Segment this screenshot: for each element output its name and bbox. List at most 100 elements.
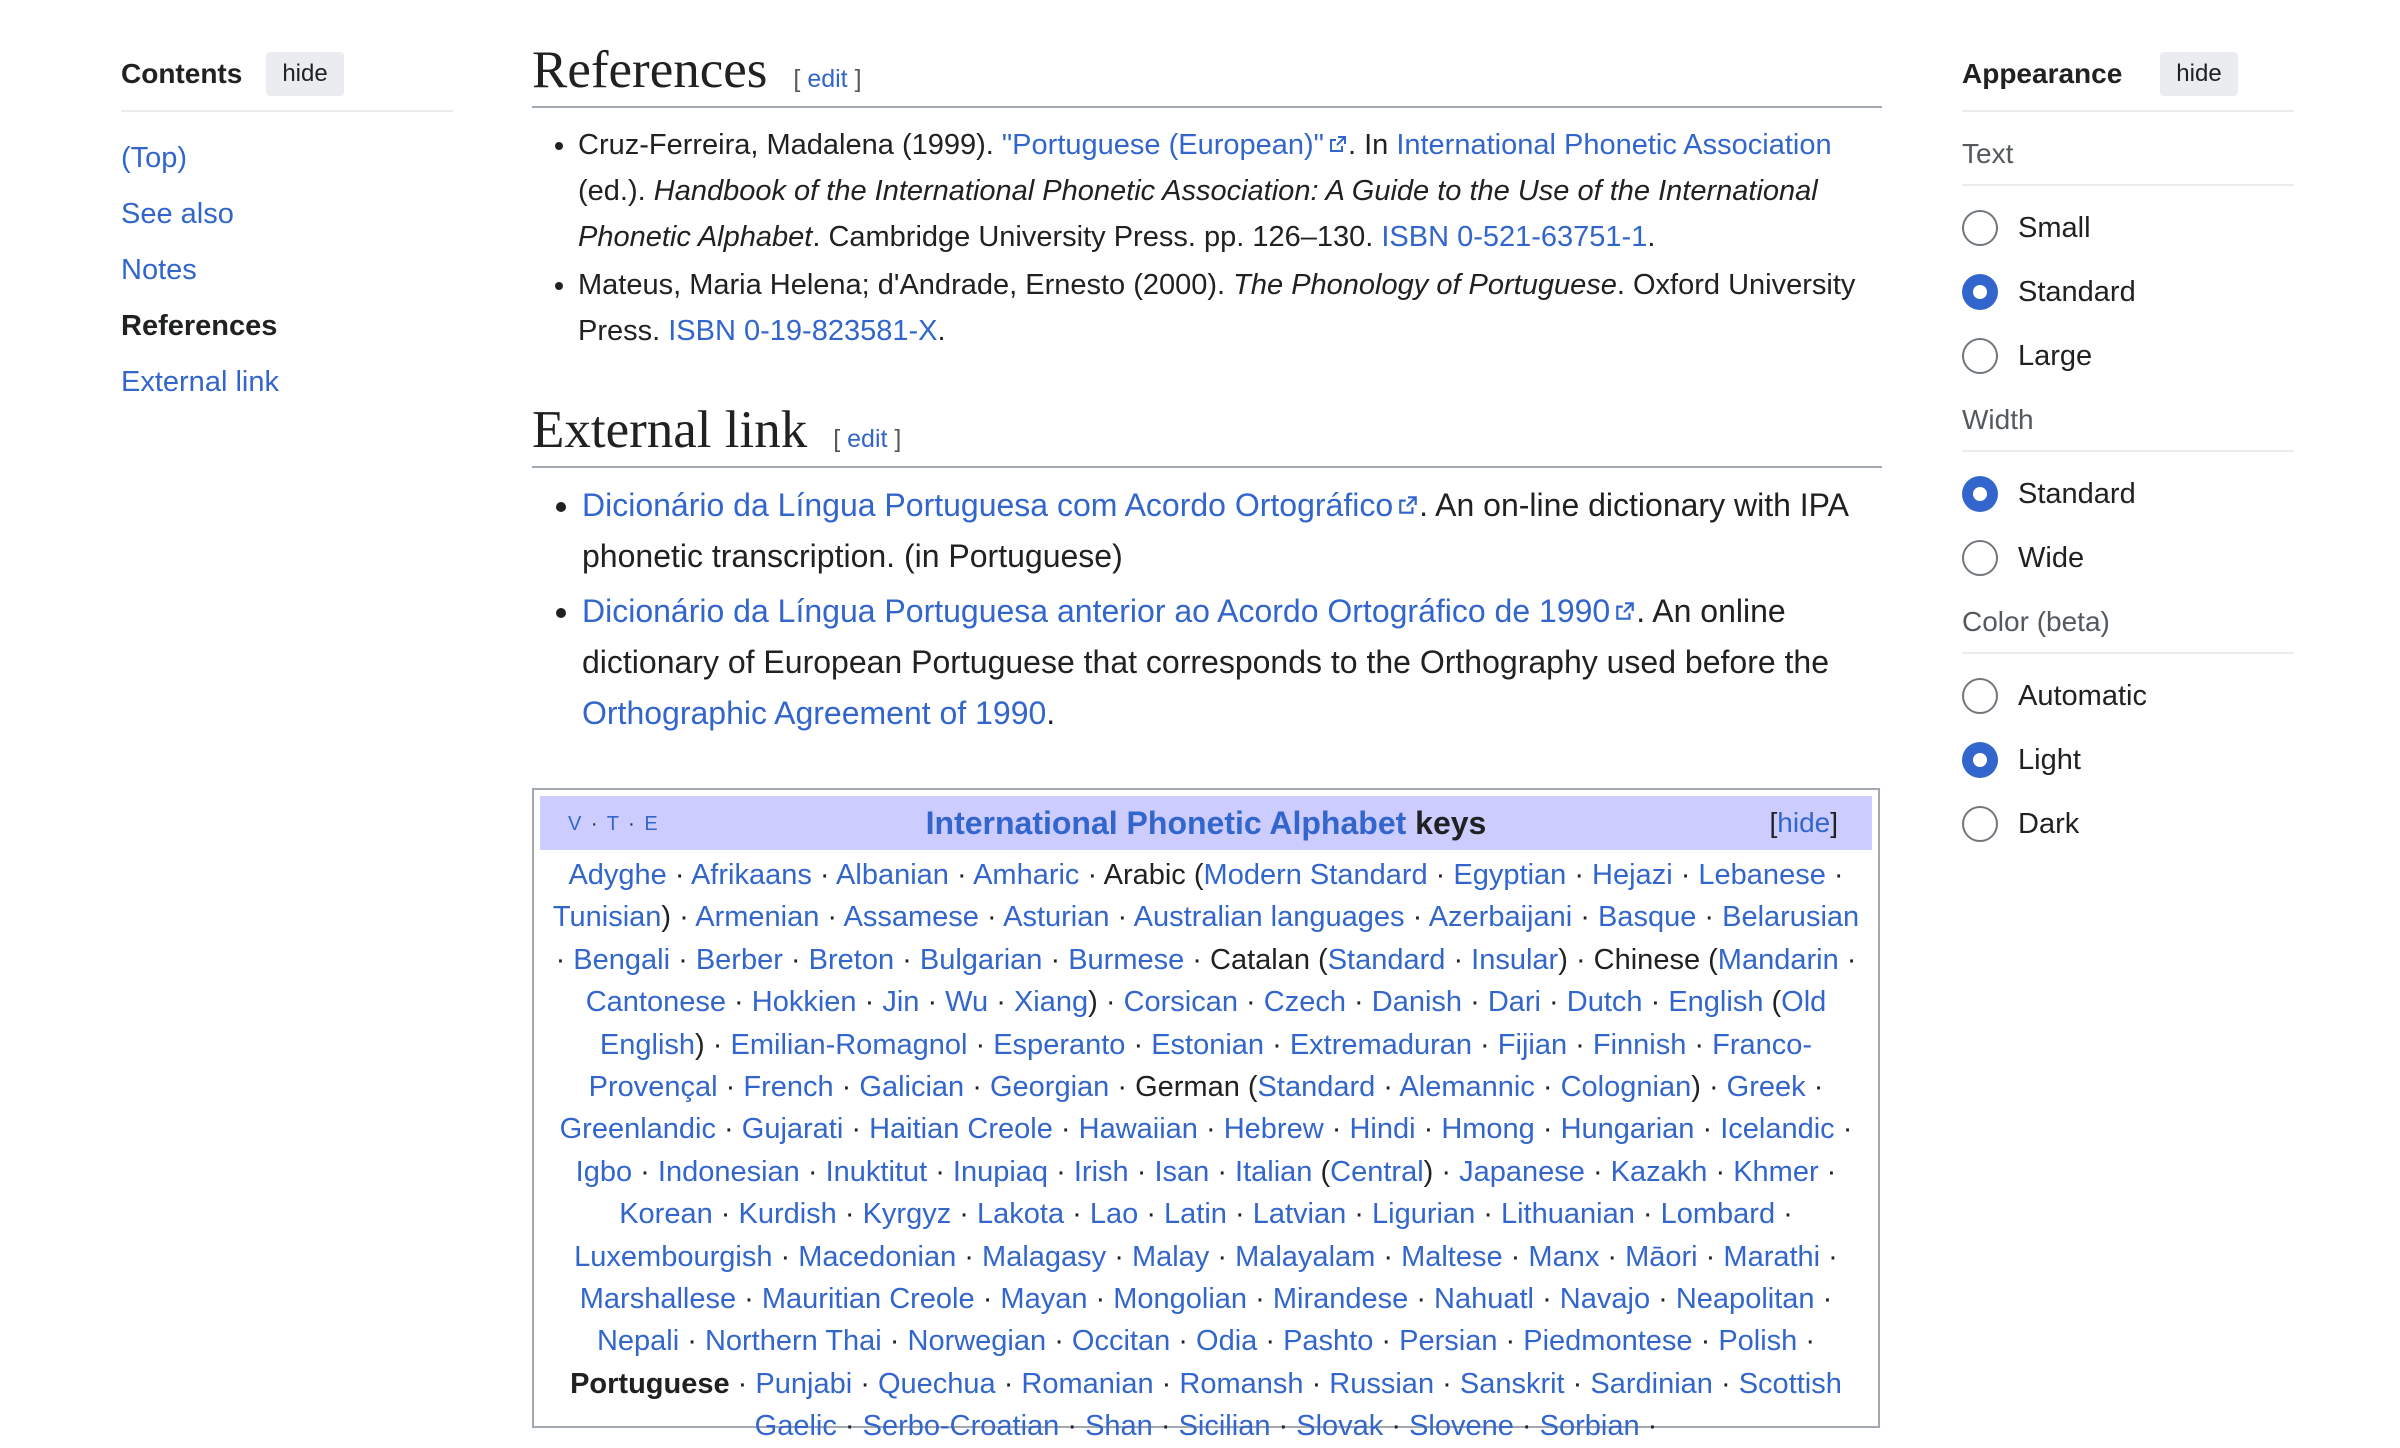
language-link[interactable]: Mirandese — [1273, 1283, 1408, 1315]
language-link[interactable]: Adyghe — [568, 859, 666, 891]
language-link[interactable]: Maltese — [1401, 1241, 1503, 1273]
radio-button[interactable] — [1962, 806, 1998, 842]
language-link[interactable]: Greek — [1727, 1071, 1806, 1103]
appearance-option[interactable]: Automatic — [1962, 664, 2294, 728]
language-link[interactable]: Hawaiian — [1079, 1113, 1198, 1145]
language-link[interactable]: Amharic — [973, 859, 1079, 891]
language-link[interactable]: Hmong — [1441, 1113, 1535, 1145]
language-link[interactable]: Bulgarian — [920, 944, 1043, 976]
language-link[interactable]: Latin — [1164, 1198, 1227, 1230]
language-link[interactable]: Marshallese — [580, 1283, 736, 1315]
language-link[interactable]: Assamese — [844, 901, 979, 933]
language-link[interactable]: Occitan — [1072, 1325, 1170, 1357]
language-link[interactable]: Finnish — [1593, 1029, 1687, 1061]
language-link[interactable]: Pashto — [1283, 1325, 1373, 1357]
language-link[interactable]: Alemannic — [1399, 1071, 1534, 1103]
language-link[interactable]: Kurdish — [738, 1198, 836, 1230]
language-link[interactable]: Standard — [1328, 944, 1446, 976]
language-link[interactable]: Galician — [859, 1071, 964, 1103]
language-link[interactable]: Irish — [1074, 1156, 1129, 1188]
language-link[interactable]: Italian — [1235, 1156, 1312, 1188]
language-link[interactable]: Mongolian — [1113, 1283, 1247, 1315]
view-template-link[interactable]: V — [568, 813, 583, 835]
language-link[interactable]: Jin — [882, 986, 919, 1018]
language-link[interactable]: Sardinian — [1590, 1368, 1713, 1400]
language-link[interactable]: Quechua — [878, 1368, 996, 1400]
language-link[interactable]: Insular — [1471, 944, 1558, 976]
language-link[interactable]: Hejazi — [1592, 859, 1673, 891]
language-link[interactable]: Czech — [1264, 986, 1346, 1018]
radio-button[interactable] — [1962, 742, 1998, 778]
language-link[interactable]: Malay — [1132, 1241, 1209, 1273]
language-link[interactable]: Haitian Creole — [869, 1113, 1053, 1145]
language-link[interactable]: Nahuatl — [1434, 1283, 1534, 1315]
language-link[interactable]: Lao — [1090, 1198, 1138, 1230]
language-link[interactable]: Macedonian — [798, 1241, 956, 1273]
dictionary-link-before-agreement[interactable]: Dicionário da Língua Portuguesa anterior… — [582, 593, 1610, 629]
radio-button[interactable] — [1962, 678, 1998, 714]
language-link[interactable]: Extremaduran — [1290, 1029, 1472, 1061]
ref-link-portuguese-european[interactable]: "Portuguese (European)" — [1002, 129, 1324, 161]
language-link[interactable]: Belarusian — [1722, 901, 1859, 933]
appearance-option[interactable]: Standard — [1962, 462, 2294, 526]
language-link[interactable]: Danish — [1372, 986, 1462, 1018]
talk-template-link[interactable]: T — [607, 813, 621, 835]
language-link[interactable]: Greenlandic — [560, 1113, 716, 1145]
ref-isbn-link[interactable]: ISBN 0-19-823581-X — [668, 315, 937, 347]
language-link[interactable]: French — [743, 1071, 833, 1103]
radio-button[interactable] — [1962, 338, 1998, 374]
appearance-option[interactable]: Standard — [1962, 260, 2294, 324]
toc-item-references[interactable]: References — [121, 298, 453, 354]
language-link[interactable]: Mauritian Creole — [762, 1283, 975, 1315]
language-link[interactable]: Lombard — [1661, 1198, 1775, 1230]
language-link[interactable]: Latvian — [1253, 1198, 1347, 1230]
language-link[interactable]: Japanese — [1459, 1156, 1585, 1188]
language-link[interactable]: Sorbian — [1540, 1410, 1640, 1442]
language-link[interactable]: Icelandic — [1720, 1113, 1834, 1145]
language-link[interactable]: Emilian-Romagnol — [731, 1029, 968, 1061]
language-link[interactable]: Hungarian — [1561, 1113, 1695, 1145]
navbox-hide-button[interactable]: hide — [1777, 807, 1830, 838]
language-link[interactable]: Tunisian — [553, 901, 662, 933]
language-link[interactable]: Afrikaans — [691, 859, 812, 891]
radio-button[interactable] — [1962, 476, 1998, 512]
language-link[interactable]: Māori — [1625, 1241, 1698, 1273]
language-link[interactable]: Kyrgyz — [863, 1198, 952, 1230]
language-link[interactable]: Neapolitan — [1676, 1283, 1815, 1315]
language-link[interactable]: Armenian — [695, 901, 819, 933]
language-link[interactable]: Manx — [1528, 1241, 1599, 1273]
language-link[interactable]: Bengali — [573, 944, 670, 976]
toc-hide-button[interactable]: hide — [266, 52, 344, 96]
language-link[interactable]: Esperanto — [993, 1029, 1125, 1061]
language-link[interactable]: Sicilian — [1179, 1410, 1271, 1442]
language-link[interactable]: Persian — [1399, 1325, 1497, 1357]
language-link[interactable]: Slovak — [1296, 1410, 1383, 1442]
appearance-option[interactable]: Large — [1962, 324, 2294, 388]
language-link[interactable]: Isan — [1154, 1156, 1209, 1188]
language-link[interactable]: Malayalam — [1235, 1241, 1375, 1273]
orthographic-agreement-link[interactable]: Orthographic Agreement of 1990 — [582, 695, 1046, 731]
language-link[interactable]: Hebrew — [1224, 1113, 1324, 1145]
language-link[interactable]: Asturian — [1003, 901, 1109, 933]
language-link[interactable]: Odia — [1196, 1325, 1257, 1357]
language-link[interactable]: Inuktitut — [826, 1156, 928, 1188]
toc-item-see-also[interactable]: See also — [121, 198, 234, 230]
language-link[interactable]: Mayan — [1000, 1283, 1087, 1315]
language-link[interactable]: Polish — [1718, 1325, 1797, 1357]
language-link[interactable]: Breton — [809, 944, 894, 976]
language-link[interactable]: Cantonese — [586, 986, 726, 1018]
language-link[interactable]: Navajo — [1560, 1283, 1650, 1315]
language-link[interactable]: Hindi — [1349, 1113, 1415, 1145]
navbox-title-link[interactable]: International Phonetic Alphabet — [926, 805, 1407, 841]
language-link[interactable]: Basque — [1598, 901, 1696, 933]
language-link[interactable]: Nepali — [597, 1325, 679, 1357]
language-link[interactable]: Serbo-Croatian — [863, 1410, 1060, 1442]
language-link[interactable]: Lakota — [977, 1198, 1064, 1230]
language-link[interactable]: Norwegian — [908, 1325, 1047, 1357]
language-link[interactable]: Central — [1330, 1156, 1424, 1188]
edit-template-link[interactable]: E — [644, 813, 659, 835]
language-link[interactable]: Egyptian — [1453, 859, 1566, 891]
language-link[interactable]: Gujarati — [742, 1113, 844, 1145]
language-link[interactable]: Wu — [945, 986, 988, 1018]
language-link[interactable]: Fijian — [1498, 1029, 1567, 1061]
